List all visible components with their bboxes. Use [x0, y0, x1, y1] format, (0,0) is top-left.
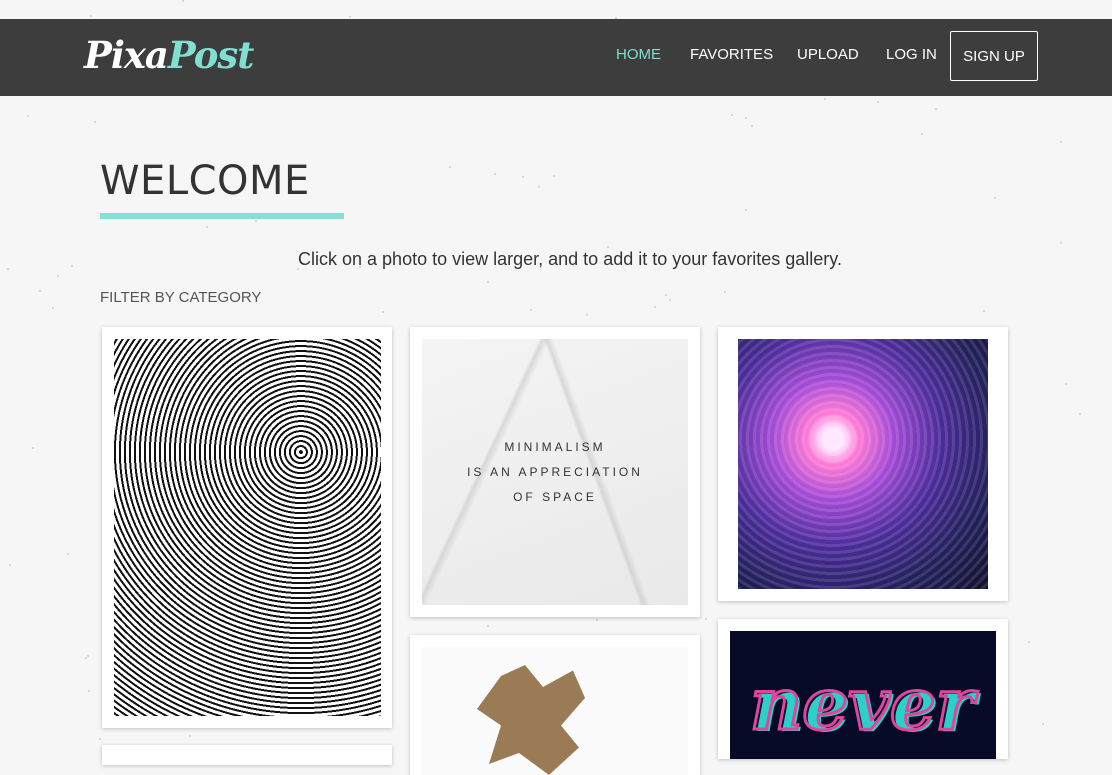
photo-image[interactable]: MINIMALISM IS AN APPRECIATION OF SPACE	[422, 339, 688, 605]
speckle	[382, 311, 384, 313]
intro-text: Click on a photo to view larger, and to …	[298, 249, 842, 269]
speckle	[85, 657, 87, 659]
speckle	[32, 447, 34, 449]
speckle	[487, 281, 489, 283]
photo-card[interactable]: MINIMALISM IS AN APPRECIATION OF SPACE	[410, 327, 700, 617]
photo-image[interactable]	[738, 339, 988, 589]
speckle	[9, 564, 11, 566]
brand-logo-part2: Post	[167, 33, 254, 77]
photo-image[interactable]	[422, 647, 688, 775]
brand-logo[interactable]: PixaPost	[84, 33, 254, 77]
speckle	[494, 173, 496, 175]
speckle	[669, 299, 671, 301]
marble-quote-line: IS AN APPRECIATION	[467, 465, 643, 479]
photo-card[interactable]: never	[718, 619, 1008, 759]
speckle	[206, 226, 208, 228]
speckle	[994, 197, 996, 199]
speckle	[1060, 242, 1062, 244]
speckle	[88, 690, 90, 692]
speckle	[921, 133, 923, 135]
speckle	[1060, 141, 1062, 143]
photo-image[interactable]	[114, 339, 381, 716]
filter-by-category[interactable]: FILTER BY CATEGORY	[100, 289, 261, 306]
speckle	[99, 738, 101, 740]
photo-image[interactable]: never	[730, 631, 996, 759]
photo-card[interactable]	[410, 635, 700, 775]
photo-card[interactable]	[102, 745, 392, 765]
speckle	[724, 291, 726, 293]
photo-card[interactable]	[102, 327, 392, 728]
speckle	[1028, 641, 1030, 643]
brush-stroke	[477, 665, 585, 775]
speckle	[596, 619, 598, 621]
speckle	[935, 108, 937, 110]
ripple-pattern	[738, 339, 988, 589]
marble-quote-line: MINIMALISM	[504, 440, 606, 454]
marble-quote-line: OF SPACE	[513, 490, 597, 504]
speckle	[553, 175, 555, 177]
neon-word: never	[749, 660, 976, 748]
speckle	[87, 655, 89, 657]
speckle	[538, 186, 540, 188]
speckle	[530, 309, 532, 311]
speckle	[449, 166, 451, 168]
brand-logo-part1: Pixa	[84, 33, 169, 77]
speckle	[57, 275, 59, 277]
speckle	[654, 306, 656, 308]
speckle	[182, 0, 184, 2]
signup-button[interactable]: SIGN UP	[950, 31, 1038, 81]
speckle	[751, 125, 753, 127]
speckle	[745, 117, 747, 119]
speckle	[705, 618, 707, 620]
speckle	[586, 314, 588, 316]
top-navbar: PixaPost HOME FAVORITES UPLOAD LOG IN SI…	[0, 19, 1112, 96]
speckle	[255, 220, 257, 222]
speckle	[52, 307, 54, 309]
speckle	[39, 290, 41, 292]
speckle	[522, 176, 524, 178]
speckle	[877, 101, 879, 103]
speckle	[27, 115, 29, 117]
speckle	[1079, 413, 1081, 415]
page-title: WELCOME	[100, 158, 310, 204]
speckle	[824, 98, 826, 100]
speckle	[1065, 383, 1067, 385]
speckle	[90, 15, 92, 17]
nav-home-link[interactable]: HOME	[616, 46, 661, 63]
nav-upload-link[interactable]: UPLOAD	[797, 46, 859, 63]
speckle	[94, 121, 96, 123]
speckle	[349, 16, 351, 18]
speckle	[607, 246, 609, 248]
speckle	[487, 625, 489, 627]
speckle	[665, 294, 667, 296]
speckle	[189, 735, 191, 737]
title-underline	[100, 213, 344, 219]
speckle	[731, 114, 733, 116]
nav-favorites-link[interactable]: FAVORITES	[690, 46, 773, 63]
nav-login-link[interactable]: LOG IN	[886, 46, 937, 63]
photo-card[interactable]	[718, 327, 1008, 601]
speckle	[983, 310, 985, 312]
speckle	[1042, 723, 1044, 725]
speckle	[745, 209, 747, 211]
speckle	[67, 553, 69, 555]
